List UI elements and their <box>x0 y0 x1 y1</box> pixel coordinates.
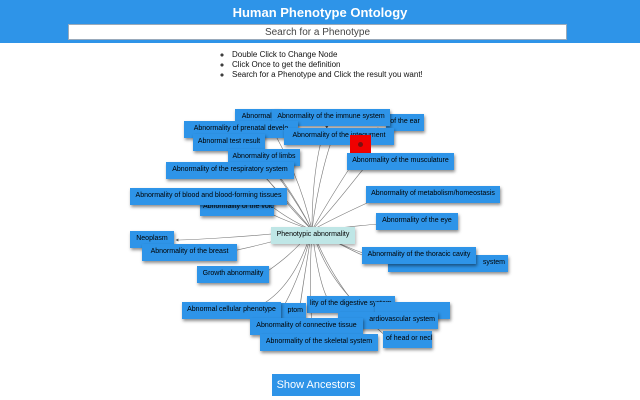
node-eye[interactable]: Abnormality of the eye <box>376 213 458 230</box>
node-metabolism-homeostasis[interactable]: Abnormality of metabolism/homeostasis <box>366 186 500 203</box>
node-musculature[interactable]: Abnormality of the musculature <box>347 153 454 170</box>
node-connective-tissue[interactable]: Abnormality of connective tissue <box>250 318 363 335</box>
root-node-phenotypic-abnormality[interactable]: Phenotypic abnormality <box>271 227 355 244</box>
show-ancestors-button[interactable]: Show Ancestors <box>272 374 360 396</box>
node-respiratory-system[interactable]: Abnormality of the respiratory system <box>166 162 294 179</box>
selected-marker-dot <box>358 142 363 147</box>
node-growth-abnormality[interactable]: Growth abnormality <box>197 266 269 283</box>
node-blood-forming-tissues[interactable]: Abnormality of blood and blood-forming t… <box>130 188 287 205</box>
node-thoracic-cavity[interactable]: Abnormality of the thoracic cavity <box>362 247 476 264</box>
node-skeletal-system[interactable]: Abnormality of the skeletal system <box>260 334 378 351</box>
node-abnormal-cellular-phenotype[interactable]: Abnormal cellular phenotype <box>182 302 281 319</box>
node-breast[interactable]: Abnormality of the breast <box>142 244 237 261</box>
node-integument[interactable]: Abnormality of the integument <box>284 128 394 145</box>
node-head-or-neck[interactable]: of head or neck <box>383 331 432 348</box>
